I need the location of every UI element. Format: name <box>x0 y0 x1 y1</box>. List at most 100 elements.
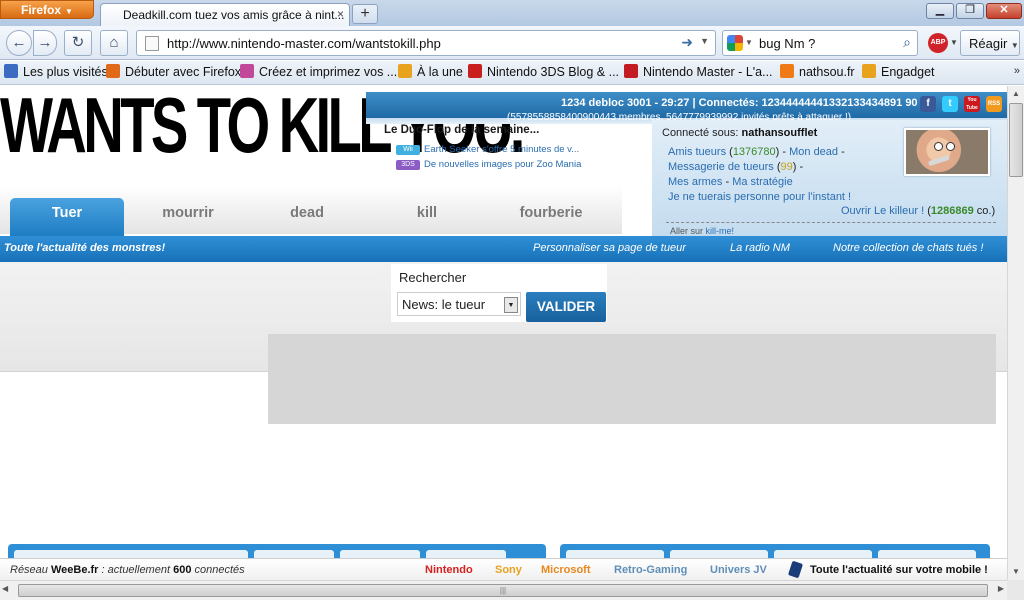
mon-dead-link[interactable]: Mon dead <box>789 146 838 158</box>
radio-link[interactable]: La radio NM <box>730 242 790 254</box>
duo-item[interactable]: Wii Earth Seeker s'offre 5 minutes de v..… <box>396 144 579 155</box>
youtube-icon[interactable]: You Tube <box>964 96 980 112</box>
firefox-menu-label: Firefox <box>21 3 62 17</box>
scroll-up-icon[interactable]: ▲ <box>1008 86 1024 102</box>
bookmarks-overflow-icon[interactable]: » <box>1014 65 1020 77</box>
messages-line: Messagerie de tueurs (99) - <box>668 161 804 173</box>
close-window-button[interactable]: ✕ <box>986 3 1022 19</box>
tab-tuer[interactable]: Tuer <box>10 198 124 236</box>
duo-flop-box: Le Duo-Flop de la semaine... Wii Earth Se… <box>376 120 622 176</box>
vertical-scrollbar[interactable]: ▲ ▼ <box>1007 86 1024 580</box>
no-kill-status[interactable]: Je ne tuerais personne pour l'instant ! <box>668 191 851 203</box>
wii-badge: Wii <box>396 145 420 155</box>
adblock-icon: ABP <box>928 33 948 53</box>
open-killer-link[interactable]: Ouvrir Le killeur ! <box>841 205 924 217</box>
friends-link[interactable]: Amis tueurs <box>668 146 726 158</box>
back-button[interactable]: ← <box>6 30 32 56</box>
maximize-button[interactable]: ❐ <box>956 3 984 19</box>
tab-fourberie[interactable]: fourberie <box>496 198 606 234</box>
scrollbar-thumb[interactable]: ||| <box>18 584 988 597</box>
validate-button[interactable]: VALIDER <box>526 292 606 322</box>
reload-button[interactable]: ↻ <box>64 30 92 56</box>
open-killer: Ouvrir Le killeur ! (1286869 co.) <box>841 205 996 217</box>
scroll-left-icon[interactable]: ◀ <box>2 584 8 593</box>
bookmark-item[interactable]: Nintendo Master - L'a... <box>624 64 773 79</box>
personalize-link[interactable]: Personnaliser sa page de tueur <box>533 242 686 254</box>
strategie-link[interactable]: Ma stratégie <box>732 176 793 188</box>
reagir-button[interactable]: Réagir ▼ <box>960 30 1020 56</box>
url-bar[interactable]: http://www.nintendo-master.com/wantstoki… <box>136 30 716 56</box>
bookmark-item[interactable]: À la une <box>398 64 463 79</box>
facebook-icon[interactable]: f <box>920 96 936 112</box>
rss-icon[interactable]: RSS <box>986 96 1002 112</box>
tab-kill[interactable]: kill <box>382 198 472 234</box>
bookmark-label: Engadget <box>881 65 935 79</box>
microsoft-link[interactable]: Microsoft <box>541 564 591 576</box>
navigation-toolbar: ← → ↻ ⌂ http://www.nintendo-master.com/w… <box>0 26 1024 60</box>
search-input[interactable]: bug Nm ? <box>759 36 815 51</box>
bookmark-item[interactable]: Nintendo 3DS Blog & ... <box>468 64 619 79</box>
weapons-line: Mes armes - Ma stratégie <box>668 176 793 188</box>
bookmark-item[interactable]: nathsou.fr <box>780 64 855 79</box>
tab-dead[interactable]: dead <box>262 198 352 234</box>
bookmark-label: À la une <box>417 65 463 79</box>
network-count: 600 <box>173 564 192 576</box>
close-tab-icon[interactable]: × <box>337 7 344 21</box>
username[interactable]: nathansoufflet <box>742 127 818 139</box>
kill-me-link[interactable]: kill-me! <box>706 226 735 236</box>
avatar[interactable] <box>904 128 990 176</box>
search-category-select[interactable]: News: le tueur ▼ <box>397 292 521 316</box>
network-name[interactable]: WeeBe.fr <box>51 564 98 576</box>
minimize-button[interactable]: ▁ <box>926 3 954 19</box>
firefox-menu-button[interactable]: Firefox ▼ <box>0 0 94 19</box>
scrollbar-thumb[interactable] <box>1009 103 1023 177</box>
page-icon <box>145 36 159 51</box>
news-link[interactable]: Toute l'actualité des monstres! <box>4 242 165 254</box>
twitter-icon[interactable]: t <box>942 96 958 112</box>
messages-link[interactable]: Messagerie de tueurs <box>668 161 774 173</box>
mes-armes-link[interactable]: Mes armes <box>668 176 722 188</box>
chevron-down-icon[interactable]: ▼ <box>745 38 753 47</box>
ad-banner[interactable] <box>268 334 996 424</box>
sub-navigation-bar: Toute l'actualité des monstres! Personna… <box>0 236 1007 262</box>
bookmark-item[interactable]: Créez et imprimez vos ... <box>240 64 397 79</box>
messages-count: 99 <box>780 161 793 173</box>
chevron-down-icon: ▼ <box>950 38 958 47</box>
rss-icon <box>862 64 876 78</box>
avatar-spoon <box>927 154 951 167</box>
network-end: connectés <box>194 564 245 576</box>
3ds-badge: 3DS <box>396 160 420 170</box>
site-logo[interactable]: WANTS TO KILL YOU. <box>0 86 525 186</box>
mobile-link[interactable]: Toute l'actualité sur votre mobile ! <box>810 564 988 576</box>
adblock-button[interactable]: ABP ▼ <box>926 31 958 55</box>
firefox-icon <box>106 64 120 78</box>
bookmark-item[interactable]: Engadget <box>862 64 935 79</box>
nintendo-link[interactable]: Nintendo <box>425 564 473 576</box>
univers-jv-link[interactable]: Univers JV <box>710 564 767 576</box>
sony-link[interactable]: Sony <box>495 564 522 576</box>
home-button[interactable]: ⌂ <box>100 30 128 56</box>
search-bar[interactable]: ▼ bug Nm ? ⌕ <box>722 30 918 56</box>
url-history-dropdown-icon[interactable]: ▼ <box>700 36 709 46</box>
user-panel: Connecté sous: nathansoufflet Amis tueur… <box>652 120 1007 236</box>
url-text[interactable]: http://www.nintendo-master.com/wantstoki… <box>167 36 441 51</box>
scroll-right-icon[interactable]: ▶ <box>998 584 1004 593</box>
forward-button[interactable]: → <box>33 30 57 56</box>
google-icon[interactable] <box>727 35 743 51</box>
mushroom-icon <box>468 64 482 78</box>
bookmark-item[interactable]: Les plus visités <box>4 64 108 79</box>
bookmark-label: Nintendo 3DS Blog & ... <box>487 65 620 79</box>
bookmark-item[interactable]: Débuter avec Firefox <box>106 64 241 79</box>
scroll-down-icon[interactable]: ▼ <box>1008 564 1024 580</box>
new-tab-button[interactable]: + <box>352 4 378 24</box>
tab-deadkill[interactable]: Deadkill.com tuez vos amis grâce à nint.… <box>100 3 350 26</box>
tab-mourrir[interactable]: mourrir <box>136 198 240 234</box>
duo-item[interactable]: 3DS De nouvelles images pour Zoo Mania <box>396 159 581 170</box>
search-icon[interactable]: ⌕ <box>903 34 911 51</box>
main-tabs: Tuer mourrir dead kill fourberie <box>0 186 622 236</box>
retro-gaming-link[interactable]: Retro-Gaming <box>614 564 687 576</box>
horizontal-scrollbar[interactable]: ◀ ||| ▶ <box>0 580 1007 600</box>
cats-collection-link[interactable]: Notre collection de chats tués ! <box>833 242 983 254</box>
chevron-down-icon[interactable]: ▼ <box>504 297 518 313</box>
go-arrow-icon[interactable]: ➜ <box>681 34 693 51</box>
